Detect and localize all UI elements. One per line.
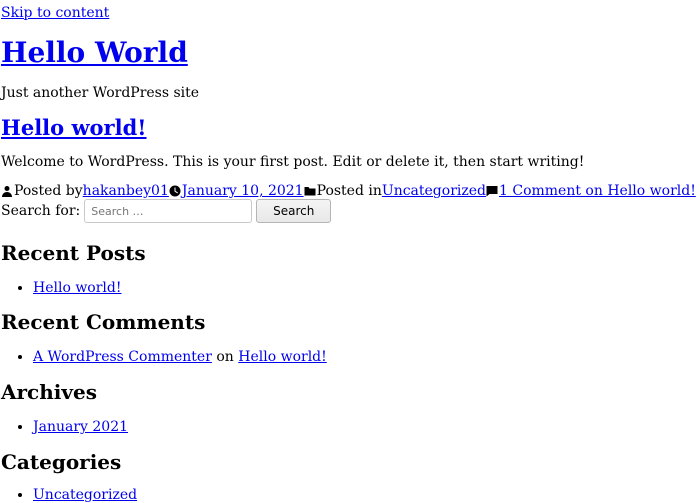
archive-link[interactable]: January 2021: [33, 419, 128, 435]
archives-title: Archives: [1, 380, 97, 404]
comments-link[interactable]: 1 Comment on Hello world!: [499, 183, 696, 199]
folder-icon: [304, 183, 317, 199]
site-title: Hello World: [1, 36, 188, 70]
list-item: Hello world!: [33, 280, 122, 296]
post-date-link[interactable]: January 10, 2021: [182, 183, 304, 199]
comment-icon: [486, 183, 499, 199]
search-input[interactable]: [84, 199, 253, 223]
search-button[interactable]: Search: [256, 199, 332, 223]
recent-post-link[interactable]: Hello world!: [33, 280, 122, 296]
commented-post-link[interactable]: Hello world!: [238, 349, 327, 365]
commenter-link[interactable]: A WordPress Commenter: [33, 349, 212, 365]
on-word: on: [216, 349, 234, 365]
recent-comments-list: A WordPress Commenter on Hello world!: [0, 349, 327, 365]
list-item: January 2021: [33, 419, 128, 435]
site-tagline: Just another WordPress site: [1, 85, 200, 101]
search-label: Search for:: [1, 203, 81, 219]
post-title: Hello world!: [1, 115, 147, 141]
recent-posts-title: Recent Posts: [1, 241, 146, 265]
list-item: A WordPress Commenter on Hello world!: [33, 349, 327, 365]
list-item: Uncategorized: [33, 487, 137, 503]
categories-list: Uncategorized: [0, 487, 137, 503]
category-list-link[interactable]: Uncategorized: [33, 487, 137, 503]
post-excerpt: Welcome to WordPress. This is your first…: [1, 154, 585, 170]
categories-title: Categories: [1, 450, 122, 474]
person-icon: [1, 183, 14, 199]
category-link[interactable]: Uncategorized: [382, 183, 486, 199]
post-meta: Posted by hakanbey01 January 10, 2021 Po…: [1, 183, 696, 199]
posted-in-label: Posted in: [316, 183, 382, 199]
archives-list: January 2021: [0, 419, 128, 435]
author-link[interactable]: hakanbey01: [83, 183, 169, 199]
search-form: Search for: Search: [1, 199, 332, 223]
recent-comments-title: Recent Comments: [1, 310, 206, 334]
skip-to-content-link[interactable]: Skip to content: [1, 5, 109, 21]
posted-by-label: Posted by: [14, 183, 83, 199]
post-title-link[interactable]: Hello world!: [1, 115, 147, 140]
clock-icon: [169, 183, 182, 199]
site-title-link[interactable]: Hello World: [1, 36, 188, 69]
recent-posts-list: Hello world!: [0, 280, 122, 296]
